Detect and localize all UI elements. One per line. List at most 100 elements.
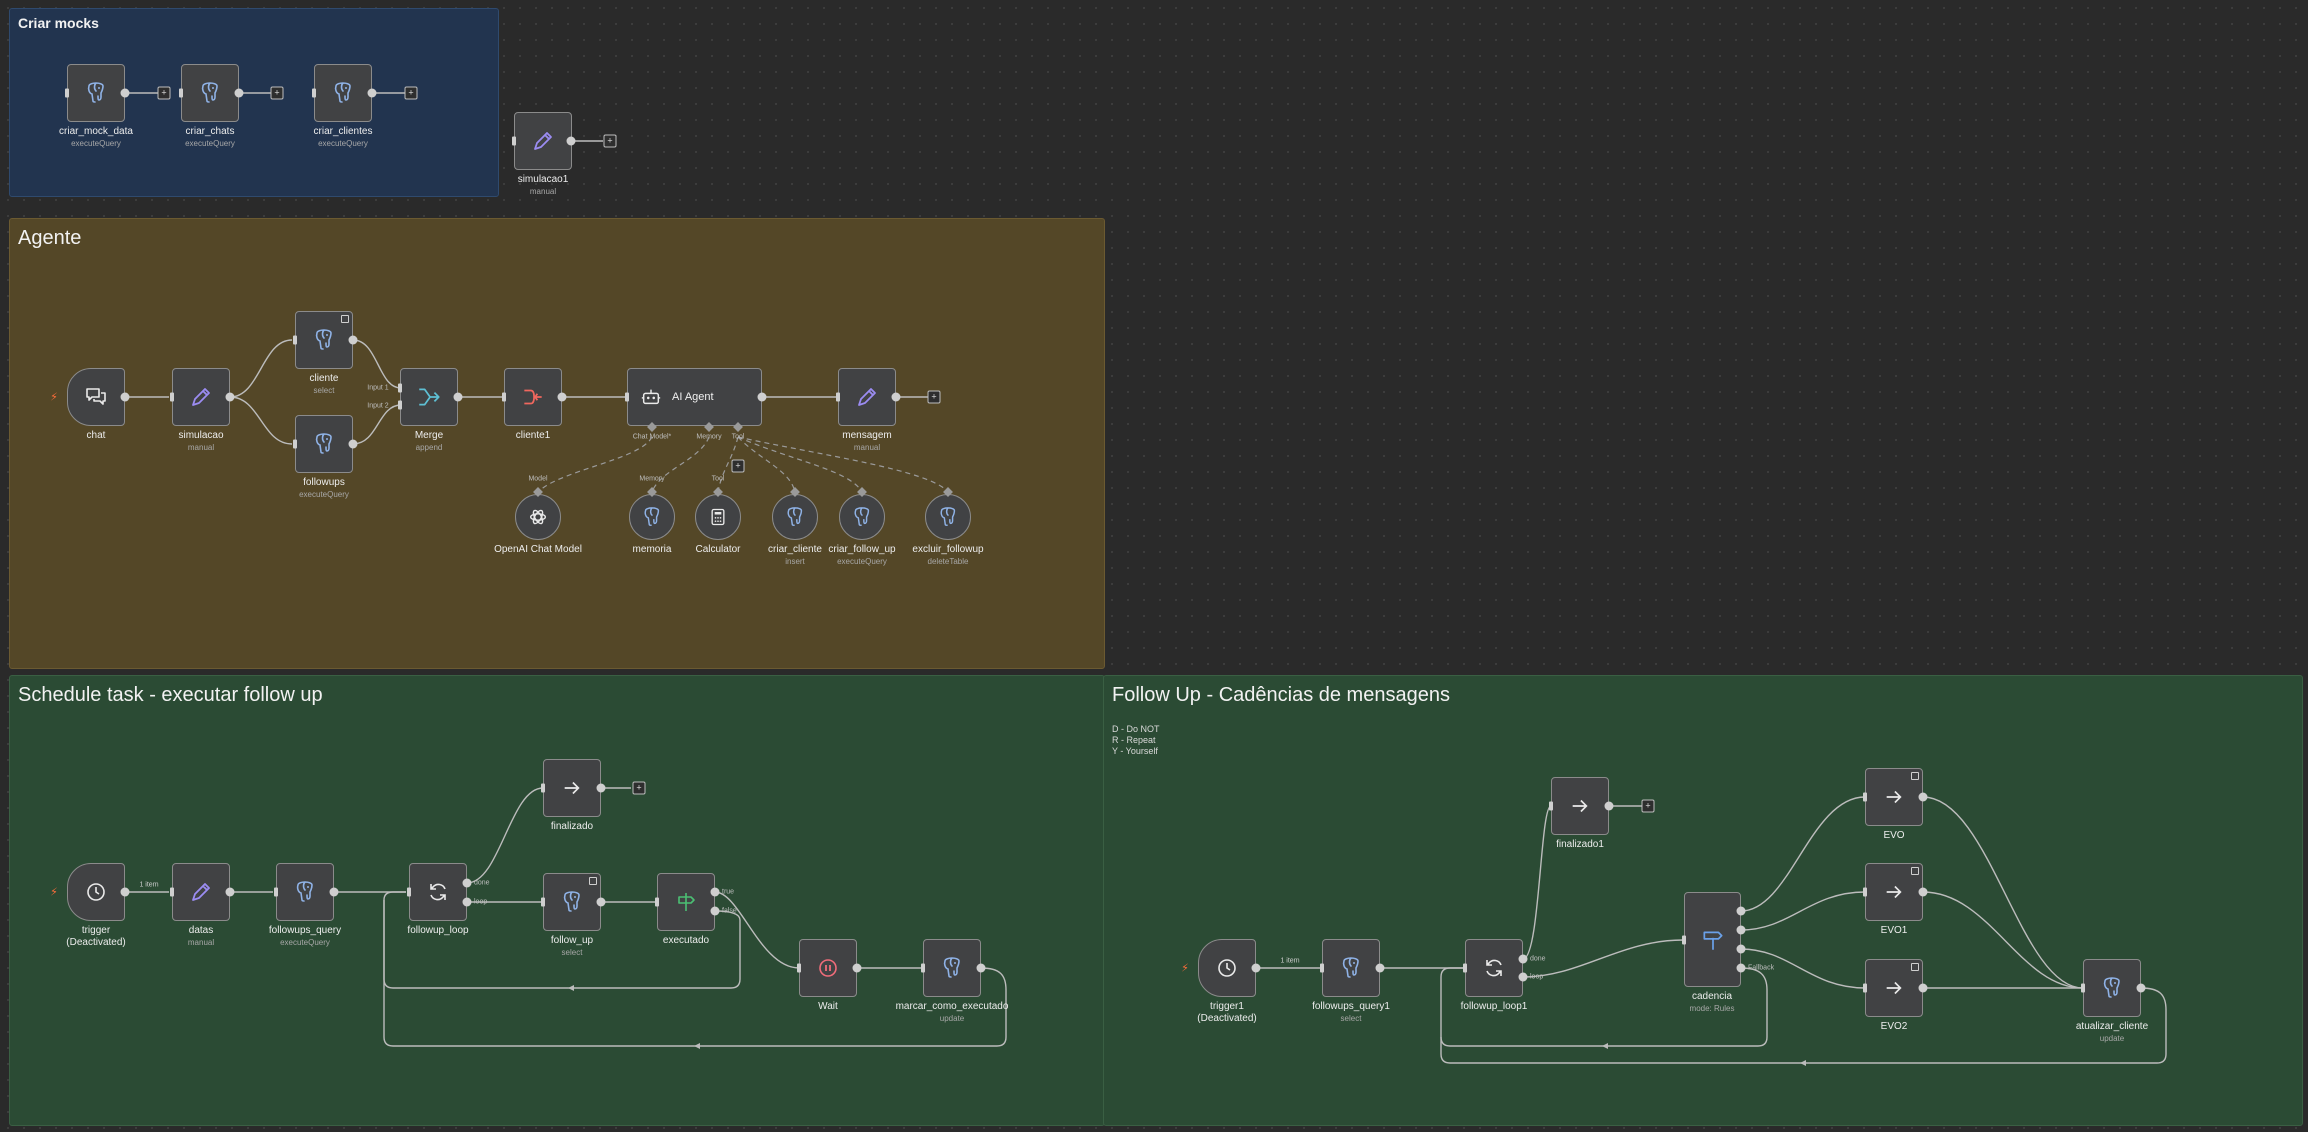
node-criar-mock-data[interactable] bbox=[67, 64, 125, 122]
loop-port[interactable] bbox=[462, 897, 472, 907]
node-criar-clientes[interactable] bbox=[314, 64, 372, 122]
group-agente[interactable]: Agente bbox=[9, 218, 1105, 669]
node-ai-agent[interactable]: AI Agent bbox=[627, 368, 762, 426]
fallback-port[interactable] bbox=[1736, 963, 1746, 973]
add-node-button[interactable]: + bbox=[632, 781, 646, 795]
input-port[interactable] bbox=[170, 887, 174, 897]
output-port[interactable] bbox=[120, 392, 130, 402]
node-memoria[interactable] bbox=[629, 494, 675, 540]
output-port[interactable] bbox=[234, 88, 244, 98]
output-port[interactable] bbox=[453, 392, 463, 402]
node-finalizado1[interactable] bbox=[1551, 777, 1609, 835]
input-port[interactable] bbox=[1549, 801, 1553, 811]
node-cadencia[interactable] bbox=[1684, 892, 1741, 987]
input-port[interactable] bbox=[797, 963, 801, 973]
output-port[interactable] bbox=[1375, 963, 1385, 973]
output-port[interactable] bbox=[1604, 801, 1614, 811]
add-node-button[interactable]: + bbox=[270, 86, 284, 100]
add-node-button[interactable]: + bbox=[404, 86, 418, 100]
node-simulacao[interactable] bbox=[172, 368, 230, 426]
add-node-button[interactable]: + bbox=[603, 134, 617, 148]
output-port[interactable] bbox=[976, 963, 986, 973]
output-port[interactable] bbox=[120, 88, 130, 98]
node-followups-query1[interactable] bbox=[1322, 939, 1380, 997]
add-node-button[interactable]: + bbox=[927, 390, 941, 404]
input-port[interactable] bbox=[1320, 963, 1324, 973]
node-followups-query[interactable] bbox=[276, 863, 334, 921]
input-port[interactable] bbox=[1682, 935, 1686, 945]
node-calculator[interactable] bbox=[695, 494, 741, 540]
node-criar-cliente[interactable] bbox=[772, 494, 818, 540]
input-port[interactable] bbox=[1863, 792, 1867, 802]
output-port[interactable] bbox=[1918, 887, 1928, 897]
output-port[interactable] bbox=[225, 887, 235, 897]
done-port[interactable] bbox=[462, 878, 472, 888]
output-port[interactable] bbox=[1736, 925, 1746, 935]
input-port[interactable] bbox=[170, 392, 174, 402]
input-port[interactable] bbox=[293, 335, 297, 345]
add-tool-button[interactable]: + bbox=[731, 459, 745, 473]
node-evo2[interactable] bbox=[1865, 959, 1923, 1017]
output-port[interactable] bbox=[1918, 792, 1928, 802]
false-port[interactable] bbox=[710, 906, 720, 916]
node-evo1[interactable] bbox=[1865, 863, 1923, 921]
output-port[interactable] bbox=[348, 439, 358, 449]
input-port[interactable] bbox=[502, 392, 506, 402]
node-executado[interactable] bbox=[657, 873, 715, 931]
output-port[interactable] bbox=[120, 887, 130, 897]
node-follow-up[interactable] bbox=[543, 873, 601, 931]
node-finalizado[interactable] bbox=[543, 759, 601, 817]
output-port[interactable] bbox=[557, 392, 567, 402]
node-followup-loop1[interactable] bbox=[1465, 939, 1523, 997]
output-port[interactable] bbox=[1736, 944, 1746, 954]
input-port[interactable] bbox=[312, 88, 316, 98]
input-port[interactable] bbox=[179, 88, 183, 98]
node-excluir-followup[interactable] bbox=[925, 494, 971, 540]
input-port[interactable] bbox=[398, 400, 402, 410]
add-node-button[interactable]: + bbox=[1641, 799, 1655, 813]
input-port[interactable] bbox=[655, 897, 659, 907]
input-port[interactable] bbox=[293, 439, 297, 449]
input-port[interactable] bbox=[398, 383, 402, 393]
node-criar-chats[interactable] bbox=[181, 64, 239, 122]
input-port[interactable] bbox=[921, 963, 925, 973]
add-node-button[interactable]: + bbox=[157, 86, 171, 100]
node-chat[interactable] bbox=[67, 368, 125, 426]
node-datas[interactable] bbox=[172, 863, 230, 921]
output-port[interactable] bbox=[348, 335, 358, 345]
input-port[interactable] bbox=[274, 887, 278, 897]
output-port[interactable] bbox=[367, 88, 377, 98]
output-port[interactable] bbox=[1251, 963, 1261, 973]
output-port[interactable] bbox=[225, 392, 235, 402]
node-wait[interactable] bbox=[799, 939, 857, 997]
node-followups[interactable] bbox=[295, 415, 353, 473]
input-port[interactable] bbox=[1863, 887, 1867, 897]
input-port[interactable] bbox=[541, 897, 545, 907]
node-mensagem[interactable] bbox=[838, 368, 896, 426]
loop-port[interactable] bbox=[1518, 972, 1528, 982]
sticky-note[interactable]: D - Do NOT R - Repeat Y - Yourself bbox=[1112, 724, 1160, 757]
node-trigger1[interactable] bbox=[1198, 939, 1256, 997]
output-port[interactable] bbox=[891, 392, 901, 402]
node-trigger[interactable] bbox=[67, 863, 125, 921]
node-cliente[interactable] bbox=[295, 311, 353, 369]
output-port[interactable] bbox=[566, 136, 576, 146]
true-port[interactable] bbox=[710, 887, 720, 897]
input-port[interactable] bbox=[836, 392, 840, 402]
output-port[interactable] bbox=[2136, 983, 2146, 993]
node-cliente1[interactable] bbox=[504, 368, 562, 426]
input-port[interactable] bbox=[625, 392, 629, 402]
output-port[interactable] bbox=[596, 783, 606, 793]
input-port[interactable] bbox=[512, 136, 516, 146]
node-merge[interactable] bbox=[400, 368, 458, 426]
node-followup-loop[interactable] bbox=[409, 863, 467, 921]
node-simulacao1[interactable] bbox=[514, 112, 572, 170]
node-atualizar-cliente[interactable] bbox=[2083, 959, 2141, 1017]
output-port[interactable] bbox=[596, 897, 606, 907]
input-port[interactable] bbox=[407, 887, 411, 897]
output-port[interactable] bbox=[1736, 906, 1746, 916]
output-port[interactable] bbox=[329, 887, 339, 897]
node-criar-follow-up[interactable] bbox=[839, 494, 885, 540]
input-port[interactable] bbox=[1863, 983, 1867, 993]
node-openai-chat-model[interactable] bbox=[515, 494, 561, 540]
